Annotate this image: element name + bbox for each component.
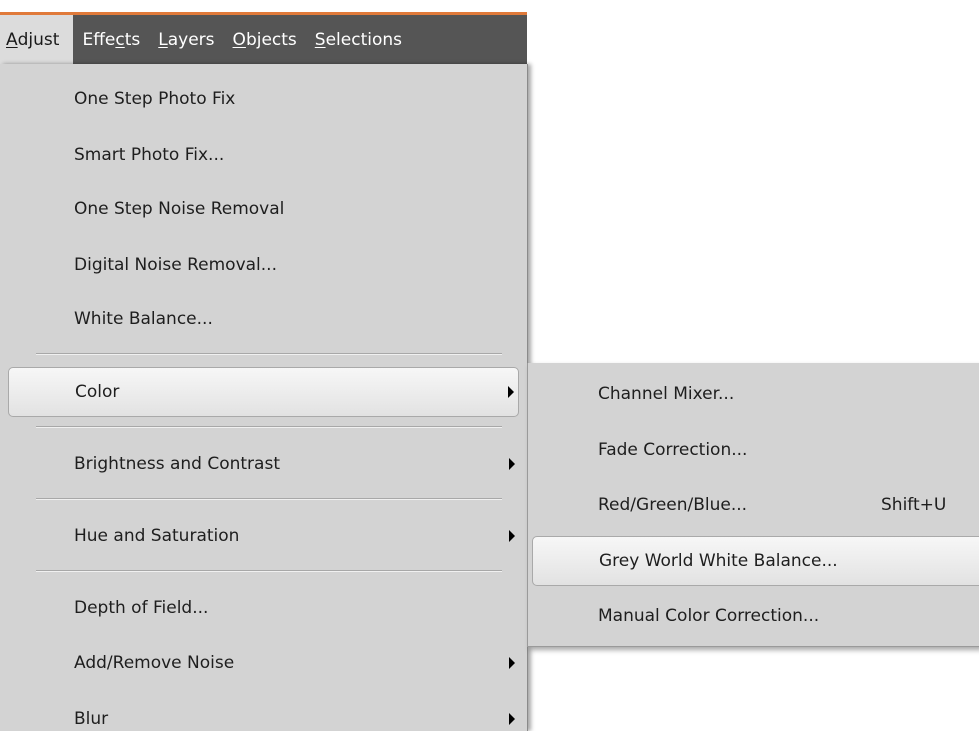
submenu-item-label: Red/Green/Blue...: [598, 495, 748, 515]
submenu-item-label: Grey World White Balance...: [599, 551, 838, 571]
submenu-item-red-green-blue[interactable]: Red/Green/Blue... Shift+U: [532, 480, 979, 530]
submenu-arrow-icon: [508, 386, 514, 398]
menu-item-digital-noise-removal[interactable]: Digital Noise Removal...: [8, 240, 519, 290]
menu-item-label: Smart Photo Fix...: [74, 145, 225, 165]
adjust-dropdown-menu: One Step Photo Fix Smart Photo Fix... On…: [0, 64, 528, 731]
menu-item-color[interactable]: Color: [8, 367, 519, 417]
menu-item-add-remove-noise[interactable]: Add/Remove Noise: [8, 638, 519, 688]
menu-item-smart-photo-fix[interactable]: Smart Photo Fix...: [8, 130, 519, 180]
menu-selections[interactable]: Selections: [306, 15, 411, 64]
menu-adjust-accel: A: [6, 29, 18, 50]
menu-effects[interactable]: Effe c ts: [73, 15, 149, 64]
submenu-item-label: Channel Mixer...: [598, 384, 735, 404]
color-submenu: Channel Mixer... Fade Correction... Red/…: [527, 363, 979, 647]
menu-bar: Adjust Effe c ts Layers Objects Selections: [0, 12, 527, 64]
menu-item-brightness-and-contrast[interactable]: Brightness and Contrast: [8, 439, 519, 489]
menu-item-label: Add/Remove Noise: [74, 653, 235, 673]
menu-item-label: Blur: [74, 709, 109, 729]
menu-layers[interactable]: Layers: [149, 15, 223, 64]
submenu-item-manual-color-correction[interactable]: Manual Color Correction...: [532, 591, 979, 641]
menu-item-label: Digital Noise Removal...: [74, 255, 277, 275]
menu-item-label: One Step Photo Fix: [74, 89, 236, 109]
menu-effects-suffix: ts: [124, 29, 141, 50]
submenu-arrow-icon: [509, 530, 515, 542]
menu-adjust[interactable]: Adjust: [0, 15, 74, 64]
menu-separator: [36, 570, 502, 572]
menu-layers-accel: L: [158, 29, 168, 50]
submenu-item-label: Fade Correction...: [598, 440, 748, 460]
menu-separator: [36, 498, 502, 500]
menu-item-one-step-photo-fix[interactable]: One Step Photo Fix: [8, 74, 519, 124]
menu-selections-suffix: elections: [325, 29, 402, 50]
menu-objects-accel: O: [232, 29, 246, 50]
menu-selections-accel: S: [314, 29, 326, 50]
menu-effects-prefix: Effe: [82, 29, 116, 50]
menu-item-label: Color: [75, 382, 120, 402]
menu-item-label: White Balance...: [74, 309, 213, 329]
menu-item-label: Depth of Field...: [74, 598, 209, 618]
submenu-item-grey-world-white-balance[interactable]: Grey World White Balance...: [532, 536, 979, 586]
menu-item-hue-and-saturation[interactable]: Hue and Saturation: [8, 511, 519, 561]
menu-item-label: One Step Noise Removal: [74, 199, 285, 219]
keyboard-shortcut: Shift+U: [881, 495, 947, 515]
submenu-item-fade-correction[interactable]: Fade Correction...: [532, 425, 979, 475]
menu-item-white-balance[interactable]: White Balance...: [8, 294, 519, 344]
menu-item-depth-of-field[interactable]: Depth of Field...: [8, 583, 519, 633]
menu-adjust-suffix: djust: [17, 29, 60, 50]
menu-item-label: Hue and Saturation: [74, 526, 240, 546]
submenu-arrow-icon: [509, 713, 515, 725]
menu-separator: [36, 426, 502, 428]
submenu-arrow-icon: [509, 458, 515, 470]
menu-separator: [36, 353, 502, 355]
submenu-arrow-icon: [509, 657, 515, 669]
menu-objects-suffix: bjects: [245, 29, 297, 50]
menu-item-one-step-noise-removal[interactable]: One Step Noise Removal: [8, 184, 519, 234]
menu-item-label: Brightness and Contrast: [74, 454, 280, 474]
submenu-item-channel-mixer[interactable]: Channel Mixer...: [532, 369, 979, 419]
menu-effects-accel: c: [115, 29, 125, 50]
menu-item-blur[interactable]: Blur: [8, 694, 519, 731]
menu-objects[interactable]: Objects: [224, 15, 306, 64]
menu-layers-suffix: ayers: [167, 29, 215, 50]
submenu-item-label: Manual Color Correction...: [598, 606, 820, 626]
